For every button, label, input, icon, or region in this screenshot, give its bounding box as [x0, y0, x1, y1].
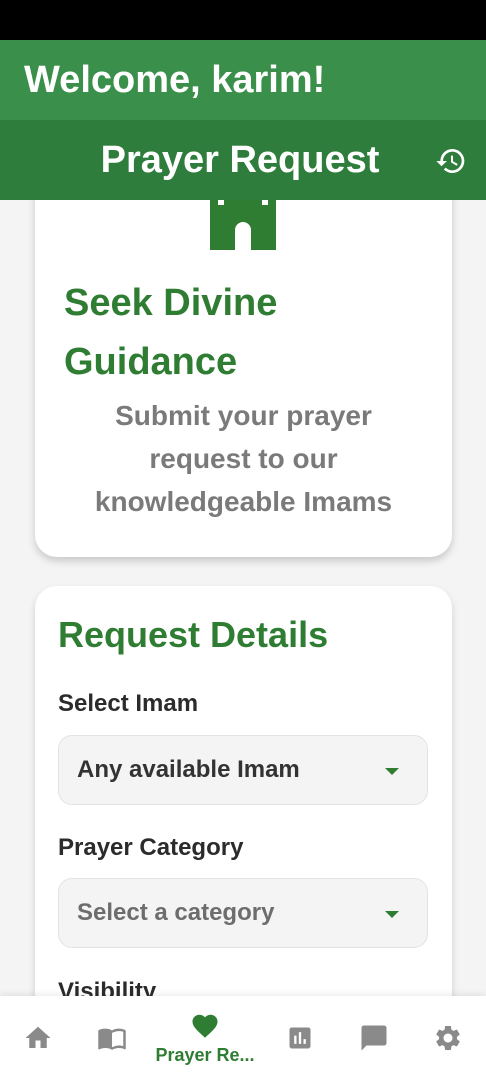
page-title: Prayer Request: [100, 138, 380, 181]
hero-subtitle: Submit your prayer request to our knowle…: [94, 400, 393, 517]
dropdown-arrow-icon: [385, 768, 399, 775]
nav-prayer-request-label: Prayer Re...: [155, 1044, 255, 1065]
app-bar: Prayer Request: [0, 120, 486, 200]
nav-library[interactable]: [90, 996, 134, 1080]
imam-select[interactable]: Any available Imam: [58, 735, 428, 805]
nav-home[interactable]: [16, 996, 60, 1080]
prayer-category-label: Prayer Category: [58, 834, 244, 861]
form-title: Request Details: [58, 614, 329, 655]
category-select[interactable]: Select a category: [58, 878, 428, 948]
welcome-bar: Welcome, karim!: [0, 40, 486, 120]
category-select-placeholder: Select a category: [77, 899, 275, 926]
book-icon: [98, 1028, 126, 1050]
chat-icon: [361, 1025, 387, 1051]
nav-messages[interactable]: [354, 996, 394, 1080]
imam-select-value: Any available Imam: [77, 756, 300, 783]
history-icon: [436, 149, 465, 173]
status-bar: [0, 0, 486, 40]
hero-title: Seek Divine Guidance: [64, 282, 278, 383]
scroll-content[interactable]: Seek Divine Guidance Submit your prayer …: [0, 200, 486, 996]
gear-icon: [436, 1026, 460, 1050]
nav-statistics[interactable]: [280, 996, 320, 1080]
nav-prayer-request[interactable]: Prayer Re...: [140, 996, 270, 1080]
heart-icon: [192, 1014, 218, 1038]
nav-settings[interactable]: [428, 996, 468, 1080]
hero-card: Seek Divine Guidance Submit your prayer …: [35, 200, 452, 557]
history-button[interactable]: [434, 144, 468, 178]
home-icon: [25, 1026, 51, 1048]
request-details-card: Request Details Select Imam Any availabl…: [35, 586, 452, 996]
visibility-label: Visibility: [58, 978, 157, 996]
mosque-icon: [210, 200, 276, 250]
select-imam-label: Select Imam: [58, 690, 199, 717]
bottom-navigation: Prayer Re...: [0, 996, 486, 1080]
dropdown-arrow-icon: [385, 911, 399, 918]
chart-icon: [289, 1027, 311, 1049]
welcome-text: Welcome, karim!: [24, 58, 326, 101]
